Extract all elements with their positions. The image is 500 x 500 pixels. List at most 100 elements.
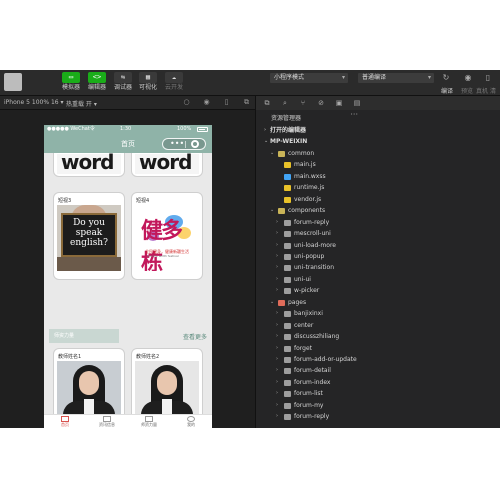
- folder-item[interactable]: › w-picker: [256, 285, 364, 296]
- tab-teachers[interactable]: 师资力量: [128, 415, 170, 428]
- item-label: uni-ui: [294, 275, 311, 283]
- folder-item[interactable]: › uni-ui: [256, 274, 364, 285]
- folder-item[interactable]: ⌄ components: [256, 205, 364, 216]
- chevron-icon: ›: [276, 333, 278, 340]
- device-icon[interactable]: ▯: [222, 98, 231, 107]
- compile-label[interactable]: 编译: [441, 86, 453, 95]
- folder-item[interactable]: › forum-detail: [256, 365, 364, 376]
- simulator-button[interactable]: ▭ 模拟器: [60, 72, 82, 92]
- folder-item[interactable]: › uni-popup: [256, 251, 364, 262]
- tab-bar: 首页 资讯信息 师资力量 我的: [44, 414, 212, 428]
- folder-item[interactable]: › mescroll-uni: [256, 228, 364, 239]
- explorer-toolbar: ⧉ ⌕ ⑂ ⊘ ▣ ▤: [256, 96, 500, 110]
- chevron-icon: ›: [276, 367, 278, 374]
- folder-item[interactable]: › uni-load-more: [256, 240, 364, 251]
- folder-item[interactable]: › uni-transition: [256, 262, 364, 273]
- chevron-icon: ⌄: [270, 207, 275, 214]
- folder-item[interactable]: › center: [256, 320, 364, 331]
- popout-icon[interactable]: ⧉: [242, 98, 251, 107]
- teacher-card[interactable]: 教师姓名1: [53, 348, 125, 414]
- cloud-button[interactable]: ☁ 云开发: [163, 72, 185, 92]
- chevron-icon: ›: [276, 356, 278, 362]
- folder-item[interactable]: › forum-list: [256, 388, 364, 399]
- folder-item[interactable]: › discusszhiliang: [256, 331, 364, 342]
- debug-icon[interactable]: ⊘: [316, 98, 326, 108]
- video-card[interactable]: word: [131, 153, 203, 177]
- folder-icon: [284, 391, 291, 398]
- grid-icon: ▦: [139, 72, 157, 83]
- compile-select[interactable]: 普通编译: [358, 73, 434, 83]
- explorer-section[interactable]: ⌄ MP-WEIXIN: [256, 136, 364, 147]
- video-card[interactable]: 短视3 Do you speak english?: [53, 192, 125, 280]
- visual-button[interactable]: ▦ 可视化: [137, 72, 159, 92]
- avatar[interactable]: [4, 73, 22, 91]
- folder-icon: [278, 208, 285, 215]
- source-control-icon[interactable]: ⑂: [298, 98, 308, 108]
- folder-item[interactable]: › forum-add-or-update: [256, 354, 364, 365]
- mode-select[interactable]: 小程序模式: [270, 73, 348, 83]
- view-more-link[interactable]: 查看更多: [183, 332, 207, 341]
- item-label: uni-popup: [294, 252, 325, 260]
- tab-home[interactable]: 首页: [44, 415, 86, 428]
- folder-icon: [278, 150, 285, 157]
- device-select[interactable]: iPhone 5 100% 16 ▾: [4, 99, 64, 106]
- folder-item[interactable]: › forum-my: [256, 400, 364, 411]
- split-icon[interactable]: ▤: [352, 98, 362, 108]
- stop-icon[interactable]: ◉: [202, 98, 211, 107]
- chevron-icon: ›: [276, 413, 278, 420]
- folder-item[interactable]: › forum-reply: [256, 217, 364, 228]
- folder-item[interactable]: › forget: [256, 343, 364, 354]
- more-icon[interactable]: ···: [350, 110, 358, 119]
- folder-item[interactable]: › banjixinxi: [256, 308, 364, 319]
- chevron-icon: ›: [276, 321, 278, 328]
- close-icon[interactable]: [191, 140, 199, 148]
- blackboard-image: Do you speak english?: [61, 213, 117, 257]
- preview-icon[interactable]: ◉: [462, 73, 474, 83]
- real-device-label[interactable]: 真机: [476, 86, 488, 95]
- folder-item[interactable]: ⌄ common: [256, 148, 364, 159]
- video-card[interactable]: 短视4 健多栋 全民健身，健康新疆生活 Double width festiva…: [131, 192, 203, 280]
- debugger-button[interactable]: ⇆ 调试器: [112, 72, 134, 92]
- chevron-icon: ›: [276, 230, 278, 237]
- tab-mine[interactable]: 我的: [170, 415, 212, 428]
- devtools-window: ▭ 模拟器 <> 编辑器 ⇆ 调试器 ▦ 可视化 ☁ 云开发 小程序模式 普通编…: [0, 70, 500, 428]
- top-toolbar: ▭ 模拟器 <> 编辑器 ⇆ 调试器 ▦ 可视化 ☁ 云开发 小程序模式 普通编…: [0, 70, 500, 104]
- extensions-icon[interactable]: ▣: [334, 98, 344, 108]
- item-label: discusszhiliang: [294, 333, 340, 341]
- folder-icon: [284, 265, 291, 272]
- page-content[interactable]: word word 短视3 Do you speak english? 短视4 …: [44, 153, 212, 414]
- item-label: forum-list: [294, 390, 323, 398]
- search-icon[interactable]: ⌕: [280, 98, 290, 108]
- more-icon[interactable]: •••: [170, 139, 184, 149]
- chevron-icon: ›: [276, 287, 278, 294]
- teacher-card[interactable]: 教师姓名2: [131, 348, 203, 414]
- file-item[interactable]: runtime.js: [256, 182, 364, 193]
- folder-icon: [284, 345, 291, 352]
- folder-icon: [284, 334, 291, 341]
- video-thumbnail: 健多栋 全民健身，健康新疆生活 Double width festival: [135, 205, 199, 271]
- capsule-button[interactable]: •••: [162, 138, 206, 150]
- folder-item[interactable]: ⌄ pages: [256, 297, 364, 308]
- chevron-icon: ›: [276, 401, 278, 408]
- hotreload-select[interactable]: 热重载 开 ▾: [66, 99, 97, 108]
- preview-label[interactable]: 预览: [461, 86, 473, 95]
- folder-item[interactable]: › forum-reply: [256, 411, 364, 422]
- phone-icon[interactable]: ▯: [482, 73, 494, 83]
- file-item[interactable]: main.wxss: [256, 171, 364, 182]
- file-item[interactable]: main.js: [256, 159, 364, 170]
- explorer-header: 资源管理器 ···: [271, 110, 358, 122]
- file-item[interactable]: vendor.js: [256, 194, 364, 205]
- video-card[interactable]: word: [53, 153, 125, 177]
- refresh-icon[interactable]: ↻: [440, 73, 452, 83]
- editor-button[interactable]: <> 编辑器: [86, 72, 108, 92]
- folder-item[interactable]: › forum-index: [256, 377, 364, 388]
- record-icon[interactable]: ○: [182, 98, 191, 107]
- simulator-bar: iPhone 5 100% 16 ▾ 热重载 开 ▾ ○ ◉ ▯ ⧉: [0, 96, 255, 110]
- item-label: 打开的编辑器: [270, 127, 307, 134]
- explorer-section[interactable]: › 打开的编辑器: [256, 125, 364, 136]
- tab-news[interactable]: 资讯信息: [86, 415, 128, 428]
- simulator-area: ●●●●● WeChat令 1:30 100% 首页 ••• word word…: [0, 110, 255, 428]
- files-icon[interactable]: ⧉: [262, 98, 272, 108]
- chevron-icon: ›: [276, 378, 278, 385]
- item-label: uni-load-more: [294, 241, 336, 249]
